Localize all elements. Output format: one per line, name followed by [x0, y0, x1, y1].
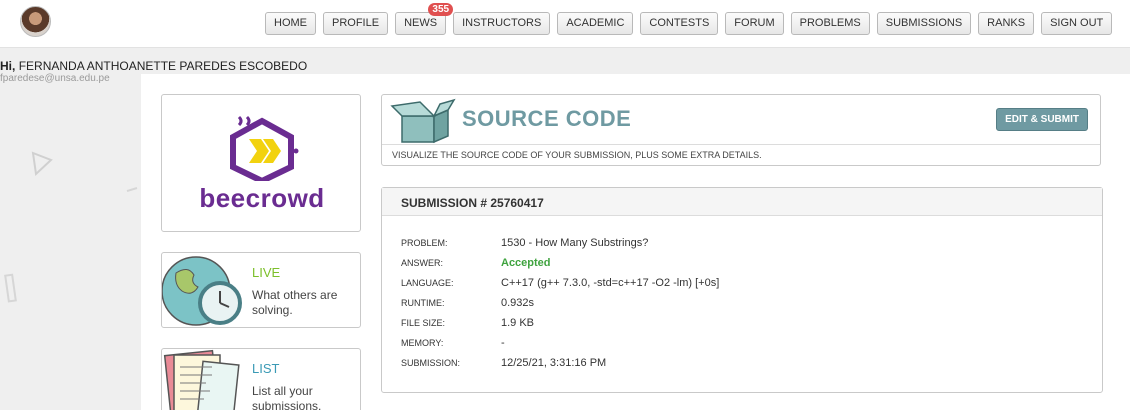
list-title: LIST [252, 361, 280, 376]
list-description: List all your submissions. [252, 384, 322, 410]
file-size-value: 1.9 KB [501, 317, 535, 329]
submission-title: SUBMISSION # 25760417 [401, 196, 544, 210]
answer-label: ANSWER: [401, 258, 444, 268]
beecrowd-hexagon-logo-icon [230, 115, 299, 181]
nav-forum-label: FORUM [734, 17, 775, 29]
live-description: What others are solving. [252, 288, 338, 317]
submission-time-label: SUBMISSION: [401, 358, 461, 368]
greeting-word: Hi, [0, 59, 16, 73]
nav-ranks-label: RANKS [987, 17, 1026, 29]
nav-problems-button[interactable]: PROBLEMS [790, 12, 870, 35]
nav-home-button[interactable]: HOME [265, 12, 316, 35]
problem-value: 1530 - How Many Substrings? [501, 237, 649, 249]
list-card[interactable]: LIST List all your submissions. [161, 348, 361, 410]
beecrowd-logo-card[interactable]: beecrowd [161, 94, 361, 232]
page-description: VISUALIZE THE SOURCE CODE OF YOUR SUBMIS… [392, 150, 762, 160]
nav-instructors-button[interactable]: INSTRUCTORS [453, 12, 551, 35]
nav-signout-button[interactable]: SIGN OUT [1041, 12, 1113, 35]
nav-news-button[interactable]: NEWS 355 [395, 3, 454, 35]
nav-submissions-label: SUBMISSIONS [885, 17, 963, 29]
user-name: FERNANDA ANTHOANETTE PAREDES ESCOBEDO [18, 59, 308, 73]
rectangle-decoration-icon [4, 273, 17, 303]
nav-submissions-button[interactable]: SUBMISSIONS [876, 12, 972, 35]
live-card[interactable]: LIVE What others are solving. [161, 252, 361, 328]
main-content-panel: beecrowd LIVE What others are solving. L… [141, 74, 1130, 410]
source-code-header-card: SOURCE CODE EDIT & SUBMIT VISUALIZE THE … [381, 94, 1101, 166]
header-divider [382, 144, 1100, 145]
nav-contests-label: CONTESTS [649, 17, 710, 29]
user-email: fparedese@unsa.edu.pe [0, 73, 110, 84]
news-count-badge: 355 [428, 3, 454, 16]
globe-clock-icon [162, 256, 242, 326]
file-size-label: FILE SIZE: [401, 318, 446, 328]
document-list-icon [163, 349, 240, 410]
top-navbar: HOME PROFILE NEWS 355 INSTRUCTORS ACADEMI… [0, 0, 1130, 48]
submission-details-card: SUBMISSION # 25760417 PROBLEM: 1530 - Ho… [381, 187, 1103, 393]
nav-instructors-label: INSTRUCTORS [462, 17, 542, 29]
nav-academic-button[interactable]: ACADEMIC [557, 12, 634, 35]
dash-decoration-icon [126, 187, 138, 192]
runtime-value: 0.932s [501, 297, 535, 309]
runtime-label: RUNTIME: [401, 298, 445, 308]
user-greeting: Hi, FERNANDA ANTHOANETTE PAREDES ESCOBED… [0, 59, 307, 73]
nav-forum-button[interactable]: FORUM [725, 12, 784, 35]
language-value: C++17 (g++ 7.3.0, -std=c++17 -O2 -lm) [+… [501, 277, 720, 289]
beecrowd-wordmark: beecrowd [199, 183, 325, 213]
memory-value: - [501, 337, 505, 349]
live-title: LIVE [252, 265, 281, 280]
submission-header: SUBMISSION # 25760417 [382, 188, 1102, 216]
memory-label: MEMORY: [401, 338, 444, 348]
problem-label: PROBLEM: [401, 238, 448, 248]
nav-academic-label: ACADEMIC [566, 17, 625, 29]
main-nav: HOME PROFILE NEWS 355 INSTRUCTORS ACADEMI… [265, 3, 1113, 35]
nav-profile-label: PROFILE [332, 17, 380, 29]
nav-signout-label: SIGN OUT [1050, 17, 1104, 29]
open-box-icon [390, 98, 456, 144]
nav-home-label: HOME [274, 17, 307, 29]
user-avatar[interactable] [20, 6, 51, 37]
nav-ranks-button[interactable]: RANKS [978, 12, 1035, 35]
answer-value: Accepted [501, 257, 551, 269]
nav-problems-label: PROBLEMS [799, 17, 861, 29]
nav-contests-button[interactable]: CONTESTS [640, 12, 719, 35]
language-label: LANGUAGE: [401, 278, 454, 288]
nav-profile-button[interactable]: PROFILE [323, 12, 389, 35]
triangle-decoration-icon [31, 151, 53, 177]
nav-news-label: NEWS [404, 17, 438, 29]
page-title: SOURCE CODE [462, 106, 632, 131]
edit-submit-button[interactable]: EDIT & SUBMIT [996, 108, 1088, 131]
submission-time-value: 12/25/21, 3:31:16 PM [501, 357, 607, 369]
